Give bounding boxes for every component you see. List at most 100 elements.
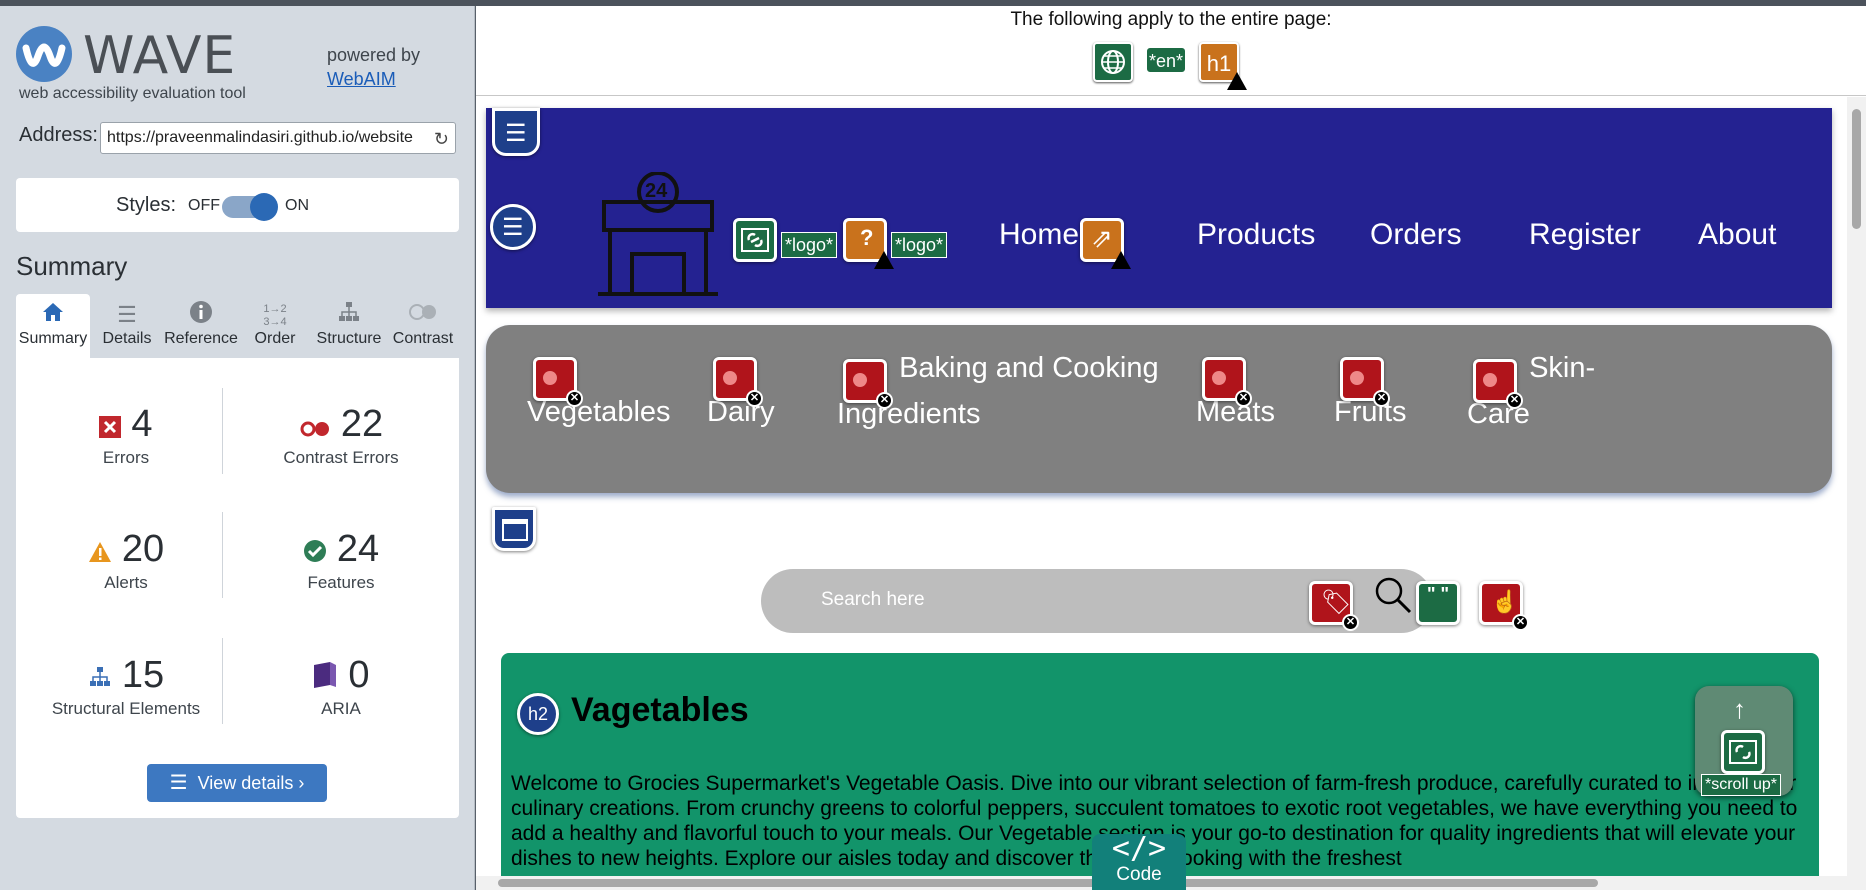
nav-products[interactable]: Products	[1197, 218, 1315, 252]
stat-features[interactable]: 24 Features	[226, 529, 456, 593]
empty-link-icon[interactable]: ✕	[1340, 357, 1390, 407]
reload-icon[interactable]: ↻	[434, 129, 449, 150]
stat-aria[interactable]: 0 ARIA	[226, 655, 456, 719]
tab-contrast[interactable]: Contrast	[386, 294, 460, 358]
tab-details-label: Details	[102, 330, 152, 347]
nav-register[interactable]: Register	[1529, 218, 1641, 252]
tab-reference[interactable]: Reference	[164, 294, 238, 358]
aria-label: ARIA	[321, 699, 361, 718]
category-label-line1: Skin-	[1529, 352, 1596, 384]
view-details-label: View details ›	[197, 773, 305, 793]
errors-count: 4	[131, 403, 153, 445]
tab-summary[interactable]: Summary	[16, 294, 90, 358]
stat-structural[interactable]: 15 Structural Elements	[26, 655, 226, 719]
vertical-scrollbar[interactable]	[1847, 97, 1866, 890]
aria-icon	[312, 657, 338, 697]
tab-summary-label: Summary	[18, 330, 88, 347]
summary-heading: Summary	[16, 251, 128, 281]
category-fruits[interactable]: ✕ Fruits	[1334, 345, 1407, 435]
linked-image-icon[interactable]	[1721, 730, 1765, 774]
store-number: 24	[645, 180, 668, 202]
nav-home[interactable]: Home	[999, 218, 1079, 252]
category-skincare[interactable]: ✕ Skin- Care	[1467, 345, 1595, 437]
styles-toggle[interactable]	[222, 193, 278, 221]
empty-link-icon[interactable]: ✕	[1202, 357, 1252, 407]
list-icon: ☰	[169, 772, 188, 794]
warning-icon	[1111, 251, 1131, 269]
category-vegetables[interactable]: ✕ Vegetables	[527, 345, 671, 435]
store-logo-icon: 24	[596, 171, 720, 303]
linked-image-icon[interactable]	[733, 218, 777, 262]
error-x-icon: ✕	[1506, 392, 1523, 409]
stat-errors[interactable]: 4 Errors	[26, 404, 226, 468]
styles-off-label: OFF	[188, 197, 220, 214]
header-landmark-icon[interactable]: ☰	[492, 108, 540, 156]
empty-link-icon[interactable]: ✕	[533, 357, 583, 407]
redundant-link-icon[interactable]: ⇗	[1080, 218, 1131, 269]
nav-about[interactable]: About	[1698, 218, 1776, 252]
entire-page-text: The following apply to the entire page:	[1010, 9, 1332, 30]
error-x-icon: ✕	[876, 392, 893, 409]
error-x-icon: ✕	[1512, 614, 1529, 631]
structural-label: Structural Elements	[51, 699, 201, 718]
arrow-up-icon: ↑	[1733, 694, 1746, 724]
error-x-icon: ✕	[1373, 390, 1390, 407]
code-button-label: Code	[1116, 864, 1162, 885]
address-input[interactable]: https://praveenmalindasiri.github.io/web…	[100, 122, 456, 154]
error-x-icon: ✕	[746, 390, 763, 407]
nav-orders[interactable]: Orders	[1370, 218, 1462, 252]
address-label: Address:	[19, 124, 98, 146]
category-label-line1: Baking and Cooking	[899, 352, 1159, 384]
pointer-icon: ☝	[1491, 589, 1519, 614]
code-icon: </>	[1111, 831, 1167, 866]
tab-structure[interactable]: Structure	[312, 294, 386, 358]
category-baking[interactable]: ✕ Baking and Cooking Ingredients	[837, 345, 1159, 437]
tab-order[interactable]: 1→2 3→4 Order	[238, 294, 312, 358]
errors-label: Errors	[102, 448, 150, 467]
main-landmark-icon[interactable]	[492, 507, 536, 551]
address-value: https://praveenmalindasiri.github.io/web…	[107, 129, 413, 146]
lang-badge[interactable]: *en*	[1146, 47, 1186, 73]
styles-on-label: ON	[285, 197, 309, 214]
webaim-link[interactable]: WebAIM	[327, 69, 396, 89]
category-meats[interactable]: ✕ Meats	[1196, 345, 1275, 435]
dot-icon	[723, 371, 737, 385]
h2-badge[interactable]: h2	[517, 693, 559, 735]
list-icon: ☰	[117, 302, 137, 327]
entire-page-notice: The following apply to the entire page: …	[476, 6, 1866, 96]
arrow-out-icon: ⇗	[1091, 223, 1113, 253]
empty-link-icon[interactable]: ✕	[1473, 359, 1523, 409]
globe-icon[interactable]	[1093, 42, 1133, 82]
scroll-up-button[interactable]: ↑ *scroll up*	[1695, 686, 1793, 796]
category-dairy[interactable]: ✕ Dairy	[707, 345, 775, 435]
image-alt-icon[interactable]: " "	[1416, 581, 1460, 625]
horizontal-scroll-thumb[interactable]	[498, 879, 1598, 887]
search-input[interactable]: Search here	[821, 589, 925, 611]
logo-alt-text-2: *logo*	[891, 232, 948, 258]
order-icon: 1→2 3→4	[263, 303, 287, 328]
empty-link-icon[interactable]: ✕	[713, 357, 763, 407]
vertical-scroll-thumb[interactable]	[1852, 109, 1861, 229]
nav-list-icon[interactable]: ☰	[490, 204, 536, 250]
toggle-knob	[250, 193, 278, 221]
structural-count: 15	[121, 654, 165, 696]
dot-icon	[853, 373, 867, 387]
tab-details[interactable]: ☰ Details	[90, 294, 164, 358]
stat-contrast-errors[interactable]: 22 Contrast Errors	[226, 404, 456, 468]
search-icon[interactable]	[1373, 575, 1413, 620]
view-details-button[interactable]: ☰ View details ›	[147, 764, 327, 802]
dot-icon	[1212, 371, 1226, 385]
missing-label-icon[interactable]: 🏷 ✕	[1309, 581, 1359, 631]
empty-link-icon[interactable]: ✕	[843, 359, 893, 409]
window-icon	[502, 519, 528, 541]
page-preview: The following apply to the entire page: …	[476, 6, 1866, 890]
h1-alert-badge[interactable]: h1	[1199, 42, 1247, 90]
suspicious-alt-icon[interactable]: ?	[843, 218, 894, 269]
empty-button-icon[interactable]: ☝ ✕	[1479, 581, 1529, 631]
error-icon	[99, 406, 122, 446]
wave-title: WAVE	[83, 26, 237, 86]
styles-label: Styles:	[116, 194, 177, 216]
code-toggle-button[interactable]: </> Code	[1092, 834, 1186, 890]
stat-alerts[interactable]: 20 Alerts	[26, 529, 226, 593]
contrast-errors-label: Contrast Errors	[283, 448, 399, 467]
